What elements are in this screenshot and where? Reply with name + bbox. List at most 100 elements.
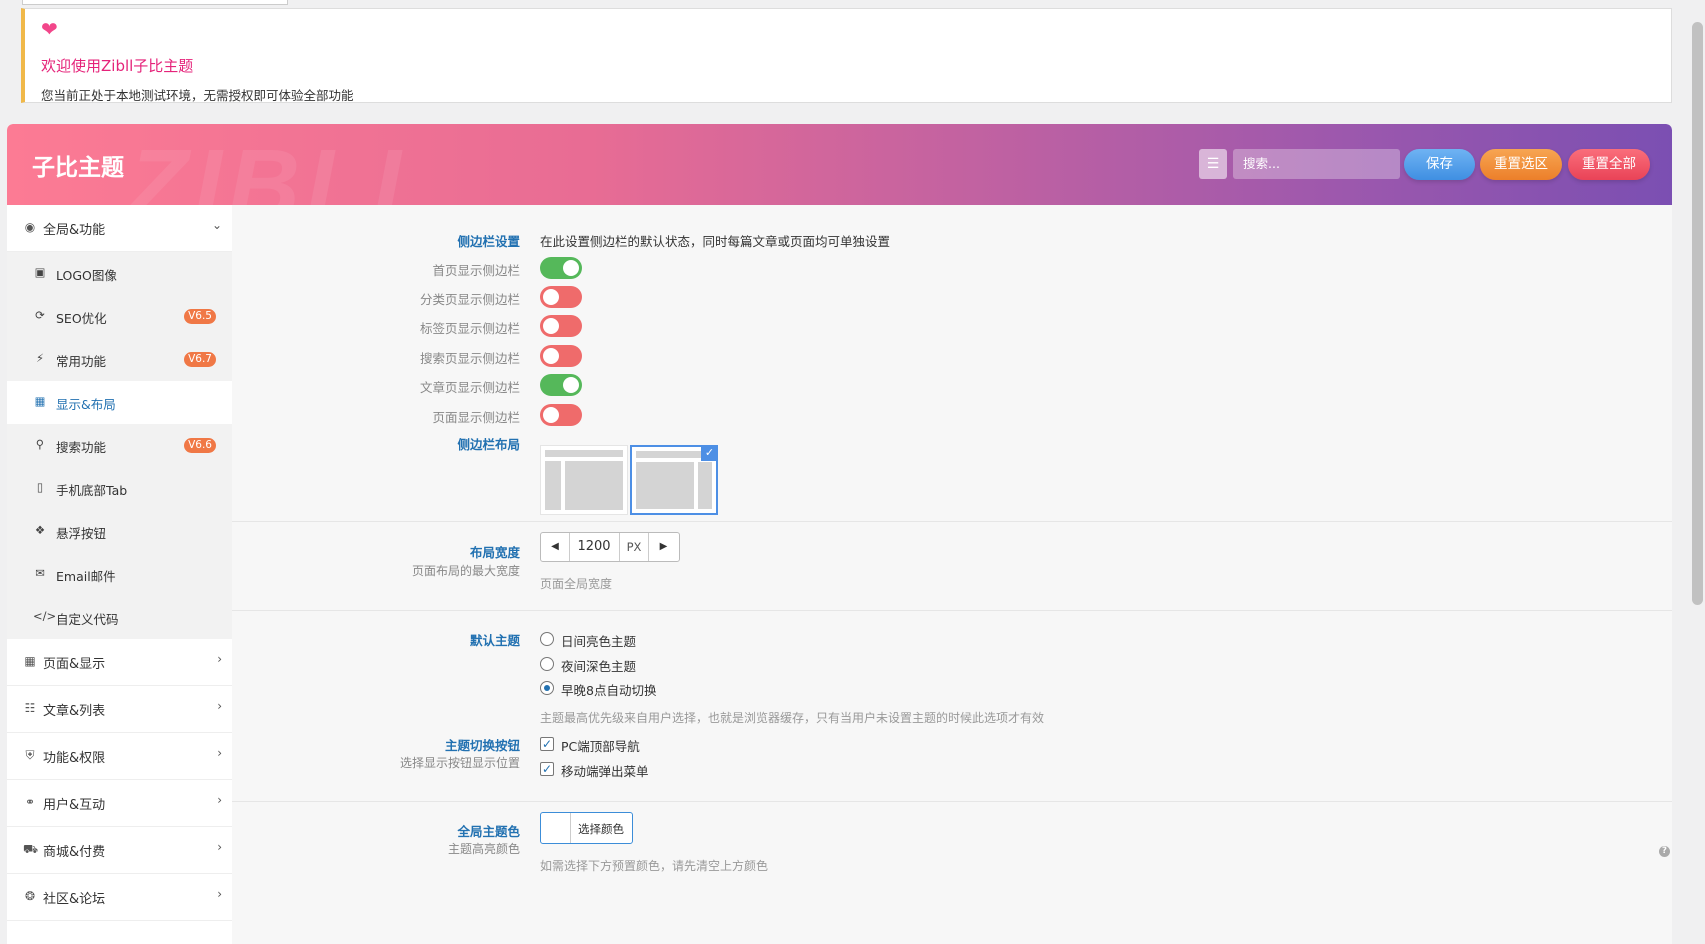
chevron-right-icon: › bbox=[217, 652, 222, 666]
layout-width-label: 布局宽度 bbox=[469, 545, 520, 560]
toggle-post-sidebar[interactable] bbox=[540, 374, 582, 396]
options-sidebar: ◉ 全局&功能 ⌄ ▣ LOGO图像 ⟳ SEO优化 V6.5 ⚡︎ 常用功能 … bbox=[7, 205, 232, 944]
sidebar-sub-custom-code[interactable]: </> 自定义代码 bbox=[7, 596, 232, 639]
reset-all-button[interactable]: 重置全部 bbox=[1568, 149, 1650, 180]
sidebar-item-users[interactable]: ⚭ 用户&互动 › bbox=[7, 780, 232, 827]
checkbox-pc-nav[interactable]: ✓ bbox=[540, 737, 554, 751]
radio-auto-theme[interactable] bbox=[540, 681, 554, 695]
layout-icon: ▦ bbox=[34, 394, 46, 408]
pin-icon: ❖ bbox=[34, 523, 46, 537]
chevron-right-icon: › bbox=[217, 887, 222, 901]
sidebar-item-label: 社区&论坛 bbox=[43, 892, 106, 907]
sidebar-settings-label: 侧边栏设置 bbox=[457, 234, 520, 249]
layout-width-value[interactable]: 1200 bbox=[570, 533, 618, 561]
chevron-right-icon: › bbox=[217, 746, 222, 760]
top-input-field[interactable] bbox=[22, 0, 288, 5]
sidebar-sub-mobile-tab[interactable]: ▯ 手机底部Tab bbox=[7, 467, 232, 510]
search-input[interactable]: 搜索... bbox=[1233, 149, 1400, 179]
color-picker-button[interactable]: 选择颜色 bbox=[540, 812, 633, 844]
page-scrollbar[interactable] bbox=[1690, 0, 1705, 931]
section-divider bbox=[232, 801, 1672, 802]
cart-icon: ⛟ bbox=[23, 842, 39, 856]
layout-option-left-sidebar[interactable] bbox=[540, 445, 628, 515]
default-theme-label: 默认主题 bbox=[469, 633, 520, 648]
options-panel: ZIBLL 子比主题 ☰ 搜索... 保存 重置选区 重置全部 ◉ 全局&功能 … bbox=[7, 124, 1672, 944]
panel-header: ZIBLL 子比主题 ☰ 搜索... 保存 重置选区 重置全部 bbox=[7, 124, 1672, 205]
chevron-right-icon: › bbox=[217, 840, 222, 854]
reset-section-button[interactable]: 重置选区 bbox=[1480, 149, 1562, 180]
globe-icon: ◉ bbox=[24, 220, 36, 234]
sidebar-sub-common[interactable]: ⚡︎ 常用功能 V6.7 bbox=[7, 338, 232, 381]
theme-switch-label: 主题切换按钮 bbox=[444, 738, 520, 753]
toggle-home-sidebar[interactable] bbox=[540, 257, 582, 279]
toggle-label-search: 搜索页显示侧边栏 bbox=[419, 351, 520, 366]
sidebar-sub-float-button[interactable]: ❖ 悬浮按钮 bbox=[7, 510, 232, 553]
version-badge: V6.5 bbox=[184, 309, 216, 324]
sidebar-sub-seo[interactable]: ⟳ SEO优化 V6.5 bbox=[7, 295, 232, 338]
compass-icon: ❂ bbox=[24, 889, 36, 903]
sidebar-sub-label: 搜索功能 bbox=[56, 440, 107, 455]
sidebar-item-permissions[interactable]: ⛨ 功能&权限 › bbox=[7, 733, 232, 780]
layout-main-block bbox=[565, 461, 623, 510]
option-pc-nav: PC端顶部导航 bbox=[561, 739, 640, 754]
settings-content: 侧边栏设置 在此设置侧边栏的默认状态，同时每篇文章或页面均可单独设置 首页显示侧… bbox=[232, 205, 1672, 944]
sidebar-sub-label: 手机底部Tab bbox=[56, 483, 128, 498]
toggle-label-page: 页面显示侧边栏 bbox=[432, 410, 520, 425]
toggle-category-sidebar[interactable] bbox=[540, 286, 582, 308]
sidebar-sub-label: SEO优化 bbox=[56, 311, 107, 326]
save-button[interactable]: 保存 bbox=[1404, 149, 1475, 180]
increase-button[interactable]: ▶ bbox=[648, 533, 679, 561]
sidebar-sub-email[interactable]: ✉ Email邮件 bbox=[7, 553, 232, 596]
sidebar-sub-label: LOGO图像 bbox=[56, 268, 117, 283]
sidebar-item-label: 文章&列表 bbox=[43, 704, 106, 719]
sidebar-layout-label: 侧边栏布局 bbox=[457, 437, 520, 452]
toggle-search-sidebar[interactable] bbox=[540, 345, 582, 367]
chevron-right-icon: › bbox=[217, 793, 222, 807]
sidebar-sub-label: 常用功能 bbox=[56, 354, 107, 369]
layout-sidebar-block bbox=[698, 462, 712, 509]
sidebar-item-label: 全局&功能 bbox=[43, 223, 106, 238]
layout-width-sublabel: 页面布局的最大宽度 bbox=[411, 564, 520, 578]
layout-width-stepper: ◀ 1200 PX ▶ bbox=[540, 532, 680, 562]
help-icon[interactable]: ? bbox=[1659, 846, 1670, 857]
toggle-page-sidebar[interactable] bbox=[540, 404, 582, 426]
toggle-label-category: 分类页显示侧边栏 bbox=[419, 292, 520, 307]
search-icon: ⚲ bbox=[35, 437, 45, 451]
layout-width-unit: PX bbox=[619, 533, 649, 561]
sidebar-sub-search[interactable]: ⚲ 搜索功能 V6.6 bbox=[7, 424, 232, 467]
sidebar-item-label: 功能&权限 bbox=[43, 751, 106, 766]
radio-light-theme[interactable] bbox=[540, 632, 554, 646]
sidebar-item-global[interactable]: ◉ 全局&功能 ⌄ bbox=[7, 205, 232, 252]
sidebar-item-page-display[interactable]: ▦ 页面&显示 › bbox=[7, 639, 232, 686]
sidebar-sub-display-layout[interactable]: ▦ 显示&布局 bbox=[7, 381, 232, 424]
version-badge: V6.7 bbox=[184, 352, 216, 367]
checkbox-mobile-menu[interactable]: ✓ bbox=[540, 762, 554, 776]
radio-dark-theme[interactable] bbox=[540, 657, 554, 671]
decrease-button[interactable]: ◀ bbox=[541, 533, 570, 561]
sidebar-sub-label: Email邮件 bbox=[56, 569, 116, 584]
scrollbar-thumb[interactable] bbox=[1692, 22, 1703, 605]
option-auto-theme: 早晚8点自动切换 bbox=[561, 683, 657, 698]
check-icon: ✓ bbox=[701, 445, 718, 461]
theme-color-hint: 如需选择下方预置颜色，请先清空上方颜色 bbox=[540, 859, 769, 873]
layout-sidebar-block bbox=[545, 461, 561, 510]
section-divider bbox=[232, 521, 1672, 522]
shield-icon: ⛨ bbox=[25, 748, 35, 762]
sidebar-item-forum[interactable]: ❂ 社区&论坛 › bbox=[7, 874, 232, 921]
option-light-theme: 日间亮色主题 bbox=[561, 634, 637, 649]
sidebar-sub-logo[interactable]: ▣ LOGO图像 bbox=[7, 252, 232, 295]
section-divider bbox=[232, 610, 1672, 611]
sidebar-item-label: 用户&互动 bbox=[43, 798, 106, 813]
mail-icon: ✉ bbox=[35, 566, 45, 580]
code-icon: </> bbox=[33, 609, 57, 623]
toggle-tag-sidebar[interactable] bbox=[540, 315, 582, 337]
theme-switch-sublabel: 选择显示按钮显示位置 bbox=[399, 756, 520, 770]
layout-option-right-sidebar[interactable]: ✓ bbox=[630, 445, 718, 515]
sidebar-item-posts-list[interactable]: ☷ 文章&列表 › bbox=[7, 686, 232, 733]
menu-toggle-icon[interactable]: ☰ bbox=[1199, 149, 1227, 179]
sidebar-item-shop[interactable]: ⛟ 商城&付费 › bbox=[7, 827, 232, 874]
user-icon: ⚭ bbox=[24, 795, 36, 809]
toggle-knob bbox=[543, 407, 559, 423]
toggle-knob bbox=[543, 318, 559, 334]
sidebar-sub-label: 显示&布局 bbox=[56, 397, 116, 412]
